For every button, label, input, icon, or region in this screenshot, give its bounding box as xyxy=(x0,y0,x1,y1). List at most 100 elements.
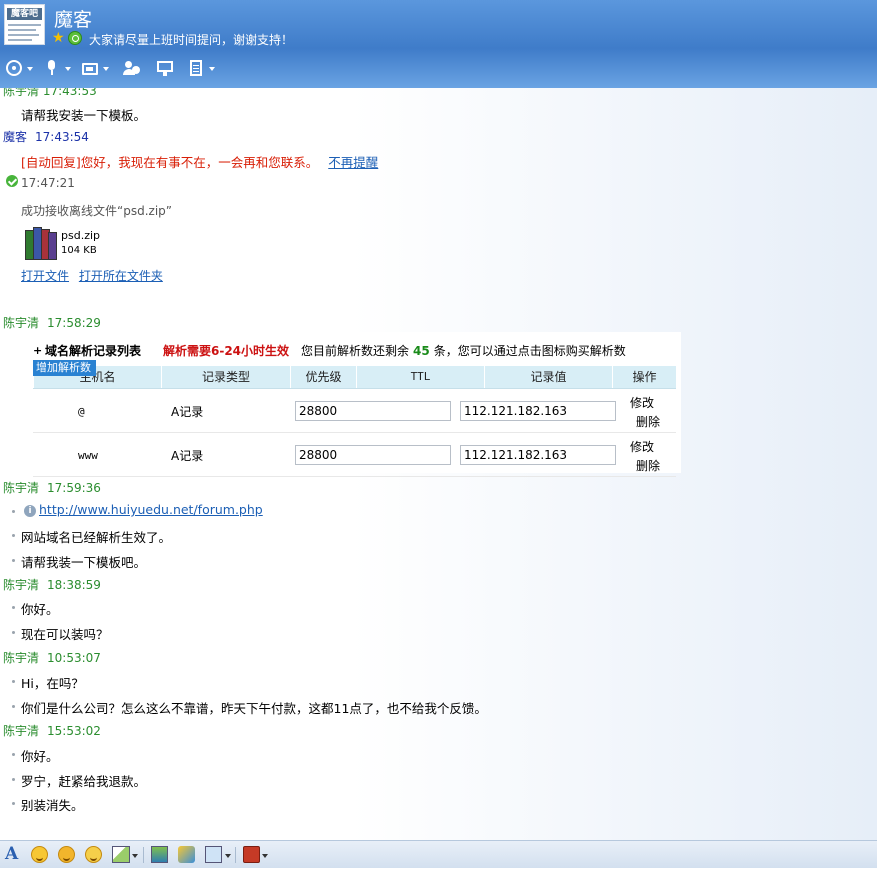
sender-name: 陈宇清 xyxy=(3,481,40,495)
host-cell: @ xyxy=(78,405,85,418)
message-header: 陈宇清 15:53:02 xyxy=(3,722,101,739)
message-header: 魔客 17:43:54 xyxy=(3,128,89,145)
bullet xyxy=(12,631,15,634)
camera-icon xyxy=(6,60,22,76)
message-header: 陈宇清 17:59:36 xyxy=(3,479,101,496)
host-cell: www xyxy=(78,449,98,462)
message-text: 请帮我安装一下模板。 xyxy=(21,108,147,123)
file-actions: 打开文件 打开所在文件夹 xyxy=(21,267,163,284)
message-time: 18:38:59 xyxy=(47,578,101,592)
column-header: TTL xyxy=(356,366,484,388)
record-value-field: 112.121.182.163 xyxy=(460,445,616,465)
auto-reply-message: [自动回复]您好，我现在有事不在，一会再和您联系。 不再提醒 xyxy=(21,152,378,171)
zip-file-icon[interactable] xyxy=(25,226,57,260)
dns-remaining-count: 45 xyxy=(413,344,430,358)
bullet xyxy=(12,510,15,513)
bullet xyxy=(12,753,15,756)
message-time: 17:59:36 xyxy=(47,481,101,495)
bullet xyxy=(12,606,15,609)
info-icon: i xyxy=(24,505,36,517)
image-icon[interactable] xyxy=(151,846,168,863)
type-cell: A记录 xyxy=(171,449,204,463)
column-header: 记录值 xyxy=(484,366,612,388)
message-text: Hi，在吗？ xyxy=(21,676,84,691)
table-row: @ A记录 28800 112.121.182.163 修改 删除 xyxy=(33,389,676,433)
open-file-link[interactable]: 打开文件 xyxy=(21,269,69,283)
bullet xyxy=(12,778,15,781)
message-header: 陈宇清 18:38:59 xyxy=(3,576,101,593)
success-check-icon xyxy=(6,175,18,187)
file-size: 104 KB xyxy=(61,245,97,256)
bullet xyxy=(12,705,15,708)
top-toolbar xyxy=(0,58,300,80)
column-header: 记录类型 xyxy=(161,366,290,388)
notes-icon xyxy=(188,60,204,76)
message-text: 别装消失。 xyxy=(21,798,84,813)
dns-records-screenshot[interactable]: + 域名解析记录列表 解析需要6-24小时生效 您目前解析数还剩余 45 条，您可以… xyxy=(33,332,681,477)
message-text: 你们是什么公司？怎么这么不靠谱，昨天下午付款，这都11点了，也不给我个反馈。 xyxy=(21,701,487,716)
add-contact-icon xyxy=(123,60,140,76)
avatar-logo-text: 魔客吧 xyxy=(7,8,42,20)
dns-remaining-text: 您目前解析数还剩余 45 条，您可以通过点击图标购买解析数 xyxy=(301,344,626,358)
sender-name: 陈宇清 xyxy=(3,578,40,592)
url-link: http://www.huiyuedu.net/forum.php xyxy=(39,502,263,517)
chat-window-header: 魔客吧 魔客 ★ 大家请尽量上班时间提问，谢谢支持！ xyxy=(0,0,877,88)
send-image-icon[interactable] xyxy=(205,846,222,863)
star-icon[interactable]: ★ xyxy=(52,30,65,46)
message-time: 17:58:29 xyxy=(47,316,101,330)
message-text: 罗宁，赶紧给我退款。 xyxy=(21,774,147,789)
emoticon-icon[interactable] xyxy=(31,846,48,863)
message-time: 15:53:02 xyxy=(47,724,101,738)
message-time: 10:53:07 xyxy=(47,651,101,665)
magic-face-icon[interactable] xyxy=(58,846,75,863)
message-header: 陈宇清 17:58:29 xyxy=(3,314,101,331)
wink-icon[interactable] xyxy=(85,846,102,863)
input-area[interactable] xyxy=(0,868,877,885)
delete-action: 删除 xyxy=(636,459,661,473)
sender-name: 陈宇清 xyxy=(3,316,40,330)
bullet xyxy=(12,802,15,805)
message-history[interactable]: 陈宇清 17:43:53 请帮我安装一下模板。 魔客 17:43:54 [自动回复… xyxy=(0,88,877,840)
microphone-icon xyxy=(44,60,60,76)
bullet xyxy=(12,534,15,537)
auto-reply-text: [自动回复]您好，我现在有事不在，一会再和您联系。 xyxy=(21,155,319,170)
screenshot-icon[interactable] xyxy=(112,846,130,863)
ttl-field: 28800 xyxy=(295,401,451,421)
qzone-icon[interactable] xyxy=(68,31,82,45)
record-value-field: 112.121.182.163 xyxy=(460,401,616,421)
sender-name: 陈宇清 xyxy=(3,724,40,738)
message-header: 陈宇清 10:53:07 xyxy=(3,649,101,666)
forum-url-link[interactable]: http://www.huiyuedu.net/forum.php xyxy=(39,502,263,517)
contact-signature: 大家请尽量上班时间提问，谢谢支持！ xyxy=(89,33,294,47)
edit-action: 修改 xyxy=(630,440,655,454)
bullet xyxy=(12,680,15,683)
add-records-button: 增加解析数 xyxy=(33,360,96,376)
type-cell: A记录 xyxy=(171,405,204,419)
contact-avatar[interactable]: 魔客吧 xyxy=(4,4,45,45)
input-toolbar: A xyxy=(0,840,877,868)
column-header: 优先级 xyxy=(290,366,356,388)
ttl-field: 28800 xyxy=(295,445,451,465)
bullet xyxy=(12,559,15,562)
sender-name: 魔客 xyxy=(3,130,28,144)
edit-action: 修改 xyxy=(630,396,655,410)
message-text: 现在可以装吗？ xyxy=(21,627,109,642)
font-icon[interactable]: A xyxy=(5,846,22,863)
message-header: 陈宇清 17:43:53 xyxy=(3,88,97,98)
toolbox-icon[interactable] xyxy=(243,846,260,863)
file-name: psd.zip xyxy=(61,229,101,242)
dns-table-header: 主机名 记录类型 优先级 TTL 记录值 操作 xyxy=(33,366,676,389)
no-remind-link[interactable]: 不再提醒 xyxy=(328,155,378,170)
music-icon[interactable] xyxy=(178,846,195,863)
expand-icon: + xyxy=(33,344,43,357)
sender-name: 陈宇清 xyxy=(3,651,40,665)
dns-effect-note: 解析需要6-24小时生效 xyxy=(163,344,290,358)
message-text: 你好。 xyxy=(21,602,59,617)
open-folder-link[interactable]: 打开所在文件夹 xyxy=(79,269,163,283)
file-received-notice: 成功接收离线文件“psd.zip” xyxy=(21,204,172,218)
delete-action: 删除 xyxy=(636,415,661,429)
message-text: 请帮我装一下模板吧。 xyxy=(21,555,147,570)
file-transfer-icon xyxy=(82,60,98,76)
message-time: 17:43:54 xyxy=(35,130,89,144)
dns-list-title: 域名解析记录列表 xyxy=(45,344,142,358)
